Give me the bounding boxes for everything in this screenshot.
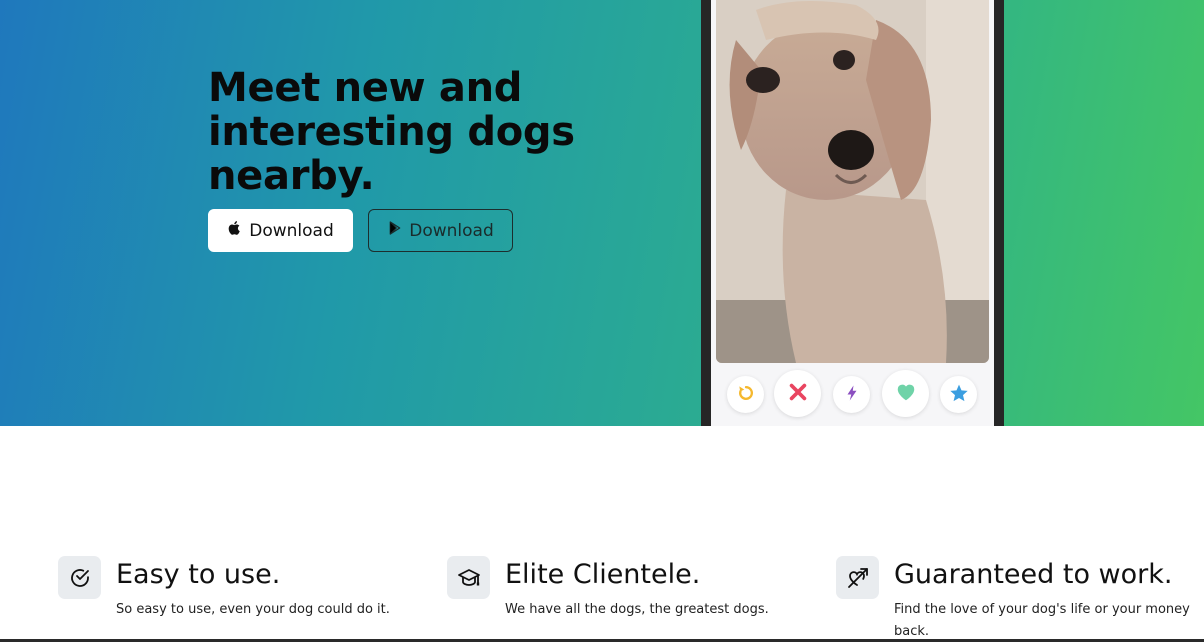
feature-title: Elite Clientele. xyxy=(505,559,701,590)
rewind-icon xyxy=(736,383,756,407)
like-button[interactable] xyxy=(882,370,929,417)
google-play-download-button[interactable]: Download xyxy=(368,209,513,252)
dog-photo xyxy=(716,0,989,363)
apple-download-label: Download xyxy=(249,220,334,241)
google-play-download-label: Download xyxy=(409,220,494,241)
hero-section: Meet new and interesting dogs nearby. Do… xyxy=(0,0,1204,426)
swipe-actions xyxy=(711,368,994,422)
apple-icon xyxy=(227,220,243,241)
rewind-button[interactable] xyxy=(727,376,764,413)
feature-text: We have all the dogs, the greatest dogs. xyxy=(505,602,769,617)
heart-icon xyxy=(894,381,918,407)
boost-button[interactable] xyxy=(833,376,870,413)
apple-download-button[interactable]: Download xyxy=(208,209,353,252)
phone-mockup xyxy=(701,0,1004,426)
super-like-button[interactable] xyxy=(940,376,977,413)
lightning-icon xyxy=(843,383,861,407)
heart-arrow-icon xyxy=(836,556,879,599)
feature-title: Guaranteed to work. xyxy=(894,559,1173,590)
feature-text: Find the love of your dog's life or your… xyxy=(894,602,1190,639)
nope-button[interactable] xyxy=(774,370,821,417)
check-circle-icon xyxy=(58,556,101,599)
hero-title: Meet new and interesting dogs nearby. xyxy=(208,65,575,199)
phone-screen xyxy=(711,0,994,426)
feature-title: Easy to use. xyxy=(116,559,281,590)
close-icon xyxy=(787,381,809,407)
star-icon xyxy=(949,383,969,407)
graduation-cap-icon xyxy=(447,556,490,599)
feature-text: So easy to use, even your dog could do i… xyxy=(116,602,390,617)
google-play-icon xyxy=(387,220,403,241)
